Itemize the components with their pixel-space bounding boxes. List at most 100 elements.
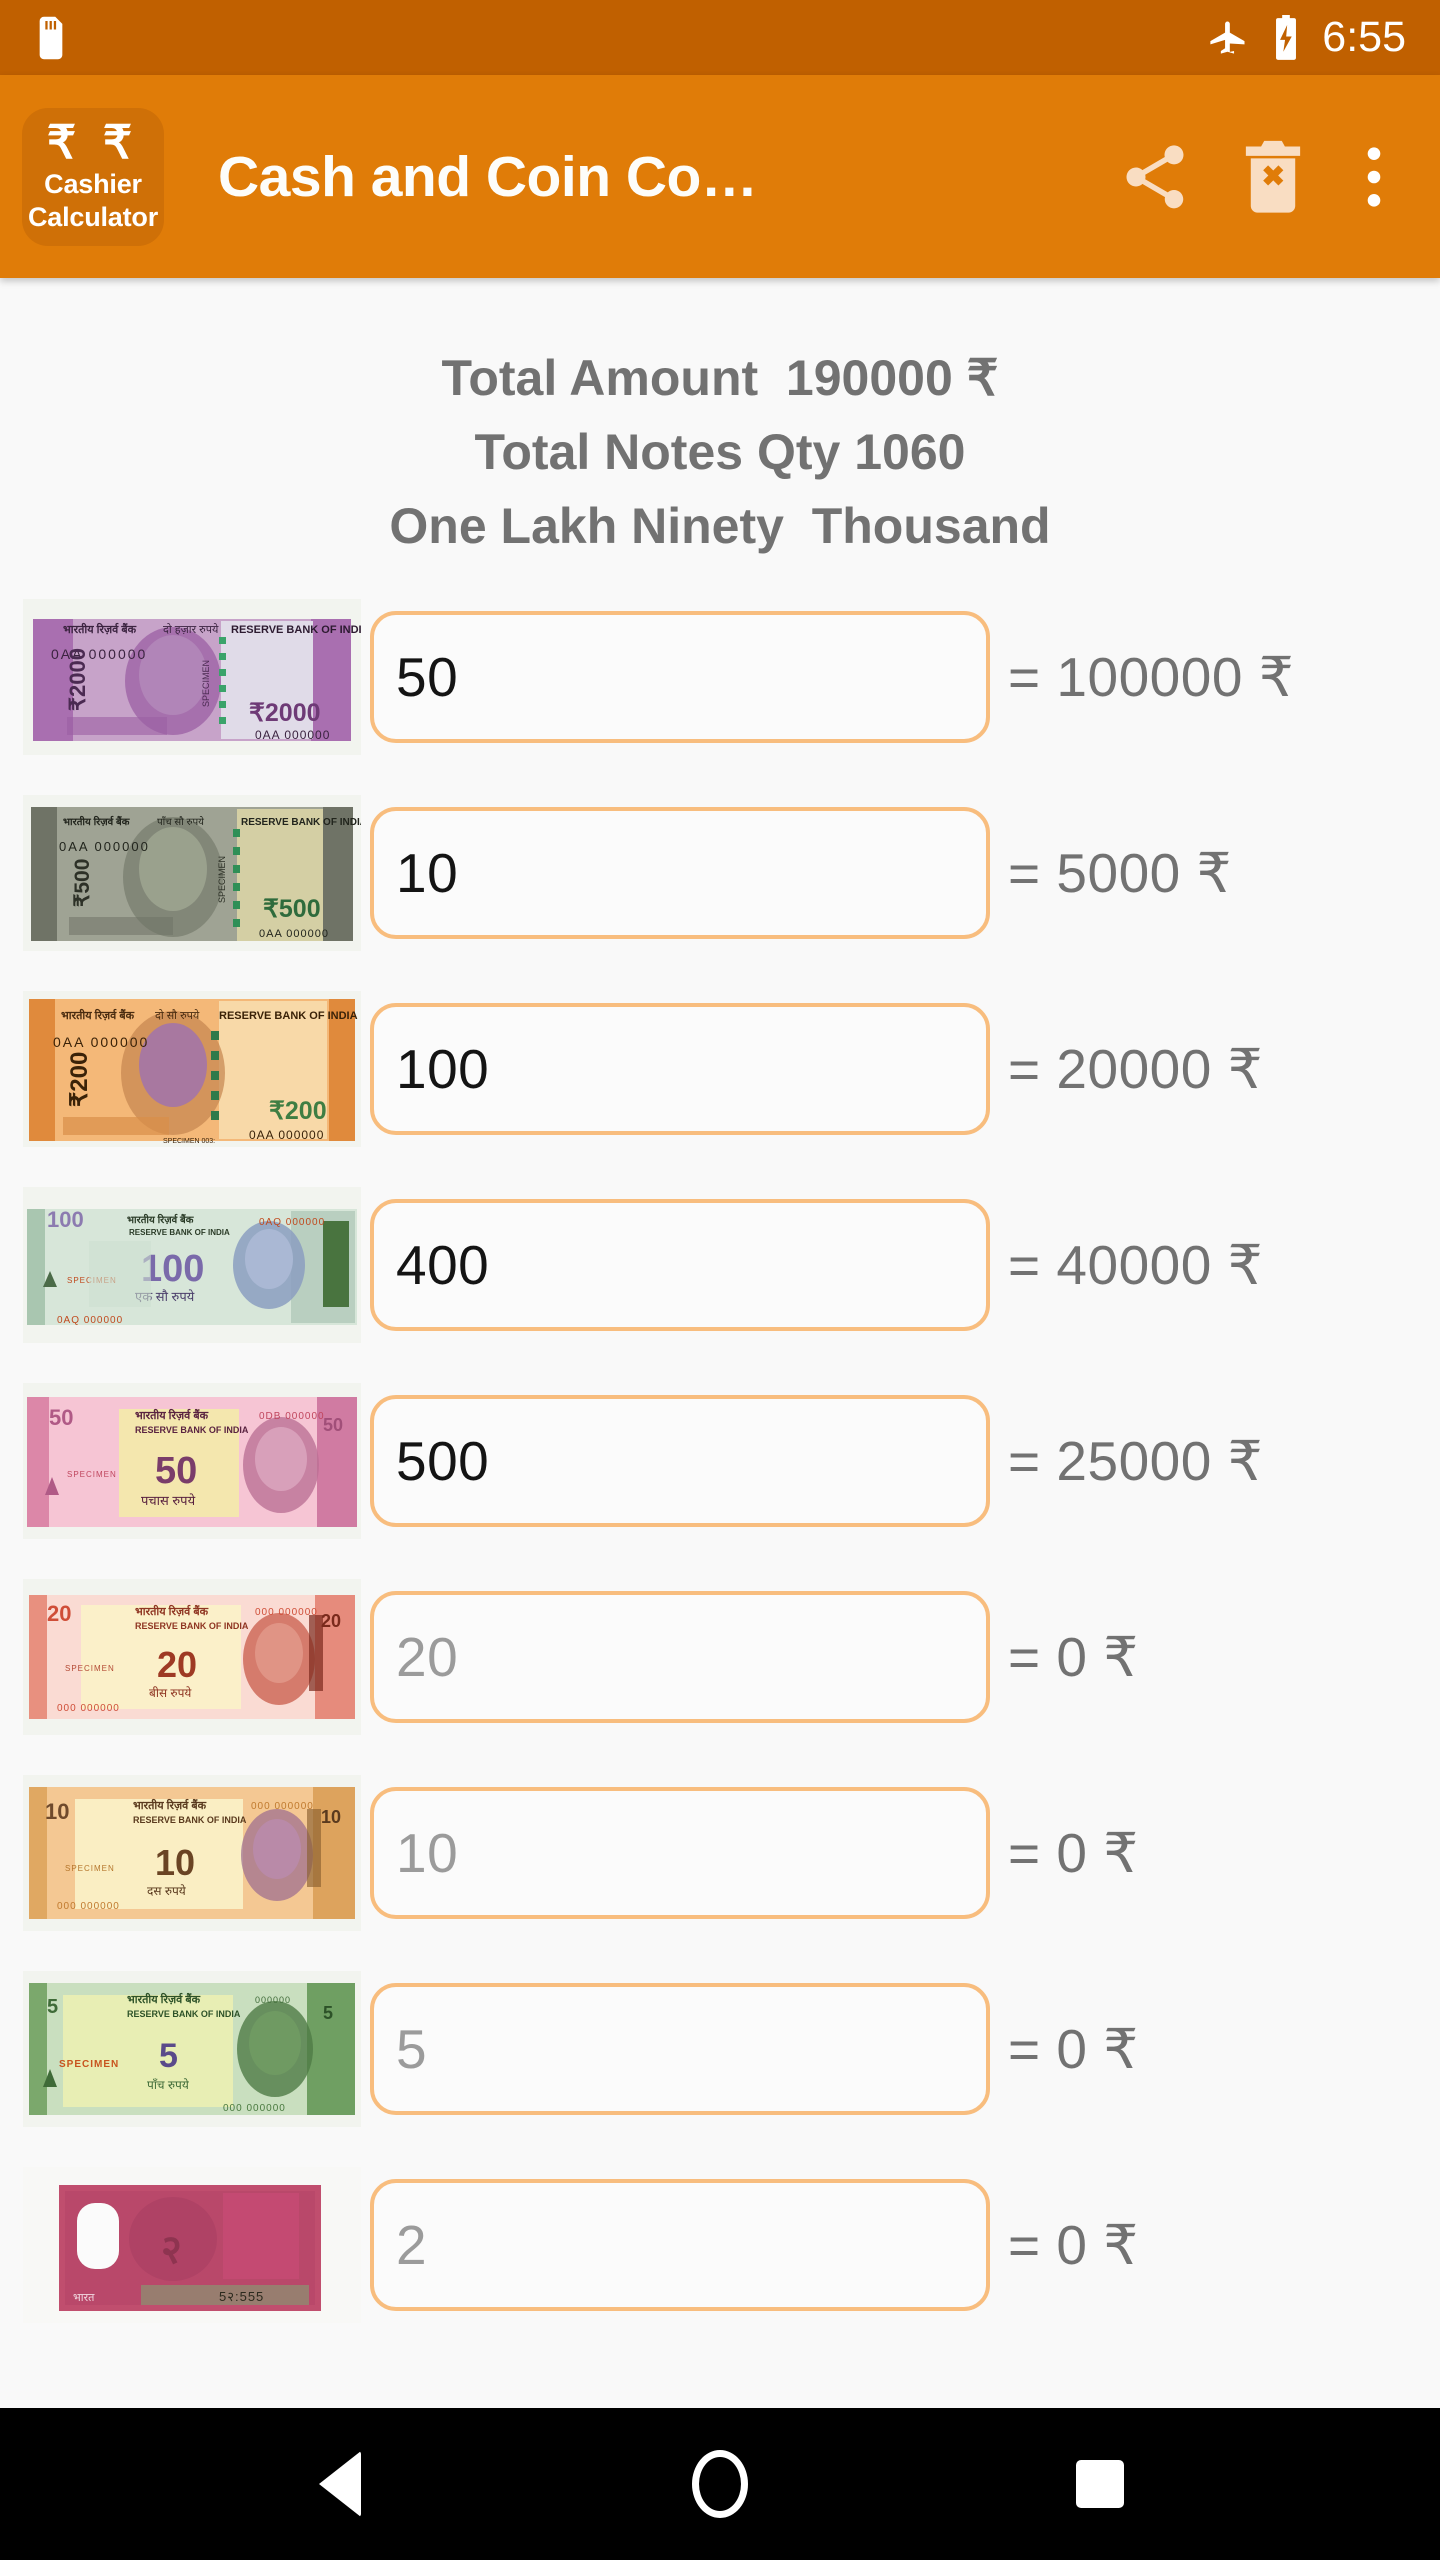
status-bar-right: 6:55: [1206, 13, 1406, 61]
status-bar-left: [34, 15, 68, 61]
total-notes-qty-line: Total Notes Qty 1060: [474, 424, 966, 480]
svg-text:SPECIMEN: SPECIMEN: [201, 660, 211, 707]
main-content: Total Amount 190000 ₹ Total Notes Qty 10…: [0, 278, 1440, 2408]
app-bar: ₹ ₹ Cashier Calculator Cash and Coin Co…: [0, 75, 1440, 278]
qty-input-20[interactable]: 20: [370, 1591, 990, 1723]
row-result-5: = 0 ₹: [1008, 2018, 1139, 2080]
note-image-20[interactable]: 20 20 भारतीय रिज़र्व बैंक RESERVE BANK O…: [22, 1577, 362, 1737]
svg-text:000 000000: 000 000000: [223, 2103, 286, 2114]
app-bar-actions: [1096, 118, 1416, 236]
home-nav-button[interactable]: [650, 2414, 790, 2554]
qty-input-5[interactable]: 5: [370, 1983, 990, 2115]
svg-text:20: 20: [157, 1644, 197, 1685]
amount-in-words-line: One Lakh Ninety Thousand: [389, 498, 1051, 554]
svg-text:000 000000: 000 000000: [255, 1607, 318, 1618]
svg-text:भारतीय रिज़र्व बैंक: भारतीय रिज़र्व बैंक: [135, 1408, 209, 1422]
svg-text:5२:555: 5२:555: [219, 2289, 264, 2304]
qty-value: 10: [396, 841, 459, 904]
svg-text:000 000000: 000 000000: [57, 1703, 120, 1714]
qty-value: 100: [396, 1037, 490, 1100]
qty-input-2000[interactable]: 50: [370, 611, 990, 743]
svg-text:0AA 000000: 0AA 000000: [255, 728, 330, 742]
share-icon: [1117, 139, 1193, 215]
share-button[interactable]: [1096, 118, 1214, 236]
svg-text:5: 5: [47, 1996, 58, 2018]
svg-text:SPECIMEN: SPECIMEN: [217, 856, 227, 903]
recents-square-icon: [1076, 2460, 1124, 2508]
page-title: Cash and Coin Co…: [218, 144, 758, 209]
qty-input-2[interactable]: 2: [370, 2179, 990, 2311]
table-row: 10 10 भारतीय रिज़र्व बैंक RESERVE BANK O…: [0, 1755, 1440, 1951]
qty-value: 50: [396, 645, 459, 708]
airplane-mode-icon: [1206, 16, 1250, 60]
qty-placeholder: 5: [396, 2017, 428, 2080]
svg-text:10: 10: [155, 1842, 195, 1883]
svg-text:भारतीय रिज़र्व बैंक: भारतीय रिज़र्व बैंक: [135, 1604, 209, 1618]
home-circle-icon: [692, 2450, 748, 2518]
clear-all-button[interactable]: [1214, 118, 1332, 236]
svg-text:भारत: भारत: [73, 2292, 95, 2304]
svg-text:₹200: ₹200: [66, 1052, 93, 1107]
qty-input-10[interactable]: 10: [370, 1787, 990, 1919]
qty-value: 400: [396, 1233, 490, 1296]
qty-input-50[interactable]: 500: [370, 1395, 990, 1527]
row-result-20: = 0 ₹: [1008, 1626, 1139, 1688]
qty-value: 500: [396, 1429, 490, 1492]
table-row: 5 5 भारतीय रिज़र्व बैंक RESERVE BANK OF …: [0, 1951, 1440, 2147]
qty-placeholder: 2: [396, 2213, 428, 2276]
svg-text:RESERVE BANK OF INDIA: RESERVE BANK OF INDIA: [135, 1621, 249, 1631]
svg-text:SPECIMEN: SPECIMEN: [67, 1470, 117, 1479]
svg-text:100: 100: [47, 1207, 84, 1232]
svg-text:RESERVE BANK OF INDIA: RESERVE BANK OF INDIA: [133, 1815, 247, 1825]
row-result-2: = 0 ₹: [1008, 2214, 1139, 2276]
phone-screen: 6:55 ₹ ₹ Cashier Calculator Cash and Coi…: [0, 0, 1440, 2560]
svg-text:पचास रुपये: पचास रुपये: [141, 1493, 196, 1508]
svg-text:भारतीय रिज़र्व बैंक: भारतीय रिज़र्व बैंक: [133, 1798, 207, 1812]
svg-text:भारतीय रिज़र्व बैंक: भारतीय रिज़र्व बैंक: [63, 622, 137, 636]
overflow-menu-button[interactable]: [1332, 118, 1416, 236]
svg-text:0AA 000000: 0AA 000000: [53, 1034, 149, 1050]
table-row: भारतीय रिज़र्व बैंक दो सौ रुपये RESERVE …: [0, 971, 1440, 1167]
svg-text:RESERVE BANK OF INDIA: RESERVE BANK OF INDIA: [129, 1228, 230, 1237]
note-image-2000[interactable]: भारतीय रिज़र्व बैंक दो हज़ार रुपये RESER…: [22, 597, 362, 757]
three-dots-vertical-icon: [1367, 144, 1381, 210]
back-nav-button[interactable]: [270, 2414, 410, 2554]
svg-text:भारतीय रिज़र्व बैंक: भारतीय रिज़र्व बैंक: [63, 815, 131, 828]
svg-text:50: 50: [323, 1415, 343, 1435]
app-logo-line2: Calculator: [27, 202, 159, 232]
note-image-100[interactable]: 100 भारतीय रिज़र्व बैंक RESERVE BANK OF …: [22, 1185, 362, 1345]
status-bar-clock: 6:55: [1322, 13, 1406, 61]
qty-input-200[interactable]: 100: [370, 1003, 990, 1135]
svg-text:RESERVE BANK OF INDIA: RESERVE BANK OF INDIA: [241, 817, 361, 828]
svg-text:000000: 000000: [255, 1995, 291, 2005]
table-row: 100 भारतीय रिज़र्व बैंक RESERVE BANK OF …: [0, 1167, 1440, 1363]
svg-text:भारतीय रिज़र्व बैंक: भारतीय रिज़र्व बैंक: [61, 1008, 135, 1022]
row-result-200: = 20000 ₹: [1008, 1038, 1264, 1100]
note-image-5[interactable]: 5 5 भारतीय रिज़र्व बैंक RESERVE BANK OF …: [22, 1969, 362, 2129]
note-image-500[interactable]: भारतीय रिज़र्व बैंक पाँच सौ रुपये RESERV…: [22, 793, 362, 953]
svg-text:10: 10: [45, 1799, 69, 1824]
svg-text:RESERVE BANK OF INDIA: RESERVE BANK OF INDIA: [135, 1425, 249, 1435]
qty-input-100[interactable]: 400: [370, 1199, 990, 1331]
svg-text:भारतीय रिज़र्व बैंक: भारतीय रिज़र्व बैंक: [127, 1213, 195, 1226]
note-image-2[interactable]: २ भारत 5२:555: [22, 2165, 362, 2325]
app-logo[interactable]: ₹ ₹ Cashier Calculator: [22, 107, 164, 246]
svg-text:भारतीय रिज़र्व बैंक: भारतीय रिज़र्व बैंक: [127, 1992, 201, 2006]
qty-input-500[interactable]: 10: [370, 807, 990, 939]
svg-text:0DB 000000: 0DB 000000: [259, 1411, 325, 1422]
svg-text:0AA 000000: 0AA 000000: [59, 839, 150, 854]
total-amount-line: Total Amount 190000 ₹: [441, 350, 999, 406]
svg-text:SPECIMEN: SPECIMEN: [59, 2059, 119, 2070]
svg-text:20: 20: [321, 1611, 341, 1631]
trash-delete-icon: [1242, 140, 1304, 214]
recents-nav-button[interactable]: [1030, 2414, 1170, 2554]
note-image-50[interactable]: 50 50 भारतीय रिज़र्व बैंक RESERVE BANK O…: [22, 1381, 362, 1541]
table-row: 20 20 भारतीय रिज़र्व बैंक RESERVE BANK O…: [0, 1559, 1440, 1755]
svg-text:SPECIMEN: SPECIMEN: [65, 1864, 115, 1873]
svg-text:0AQ 000000: 0AQ 000000: [57, 1315, 123, 1326]
table-row: २ भारत 5२:555 2 = 0 ₹: [0, 2147, 1440, 2343]
note-image-10[interactable]: 10 10 भारतीय रिज़र्व बैंक RESERVE BANK O…: [22, 1773, 362, 1933]
table-row: भारतीय रिज़र्व बैंक पाँच सौ रुपये RESERV…: [0, 775, 1440, 971]
svg-text:RESERVE BANK OF INDIA: RESERVE BANK OF INDIA: [231, 624, 361, 636]
note-image-200[interactable]: भारतीय रिज़र्व बैंक दो सौ रुपये RESERVE …: [22, 989, 362, 1149]
